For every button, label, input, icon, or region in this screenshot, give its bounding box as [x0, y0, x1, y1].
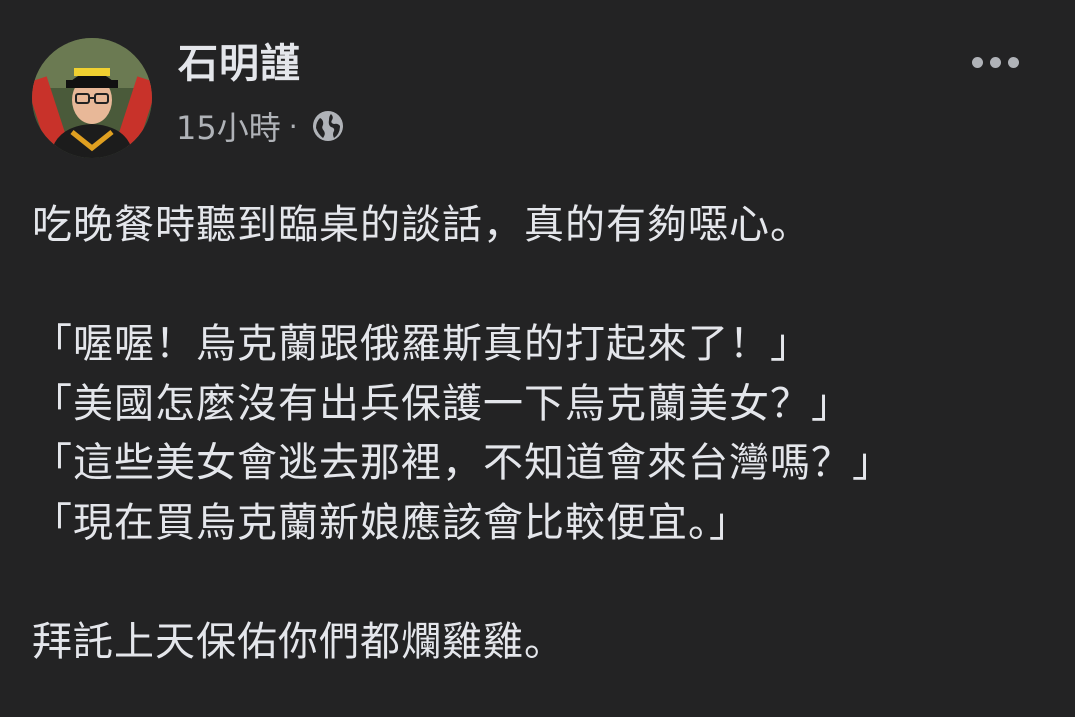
post-meta: 15小時 ·: [176, 104, 346, 148]
post-line-blank: [32, 256, 1052, 316]
author-name[interactable]: 石明謹: [178, 38, 301, 90]
post-line: 「這些美女會逃去那裡，不知道會來台灣嗎？」: [32, 440, 893, 486]
more-options-dot: [1007, 56, 1019, 68]
post-line: 「美國怎麼沒有出兵保護一下烏克蘭美女？」: [32, 380, 852, 427]
avatar-photo: [32, 38, 152, 158]
post-line: 「喔喔！烏克蘭跟俄羅斯真的打起來了！」: [32, 321, 811, 367]
post-line: 吃晚餐時聽到臨桌的談話，真的有夠噁心。: [32, 202, 811, 248]
facebook-post: 石明謹 15小時 · 吃晚餐時聽到臨桌的談話，真的有夠噁心。 「喔喔！烏克蘭跟俄…: [0, 0, 1075, 717]
globe-icon[interactable]: [310, 108, 346, 144]
post-line: 「現在買烏克蘭新娘應該會比較便宜。」: [32, 499, 750, 546]
more-options-icon: [971, 56, 983, 68]
post-timestamp[interactable]: 15小時: [176, 103, 281, 149]
post-body: 吃晚餐時聽到臨桌的談話，真的有夠噁心。 「喔喔！烏克蘭跟俄羅斯真的打起來了！」 …: [32, 196, 1052, 672]
post-line: 拜託上天保佑你們都爛雞雞。: [32, 618, 565, 665]
more-options-button[interactable]: [962, 44, 1028, 80]
meta-separator: ·: [288, 109, 298, 143]
author-avatar[interactable]: [32, 38, 152, 158]
post-line-blank: [32, 553, 1052, 613]
more-options-dot: [989, 56, 1001, 68]
